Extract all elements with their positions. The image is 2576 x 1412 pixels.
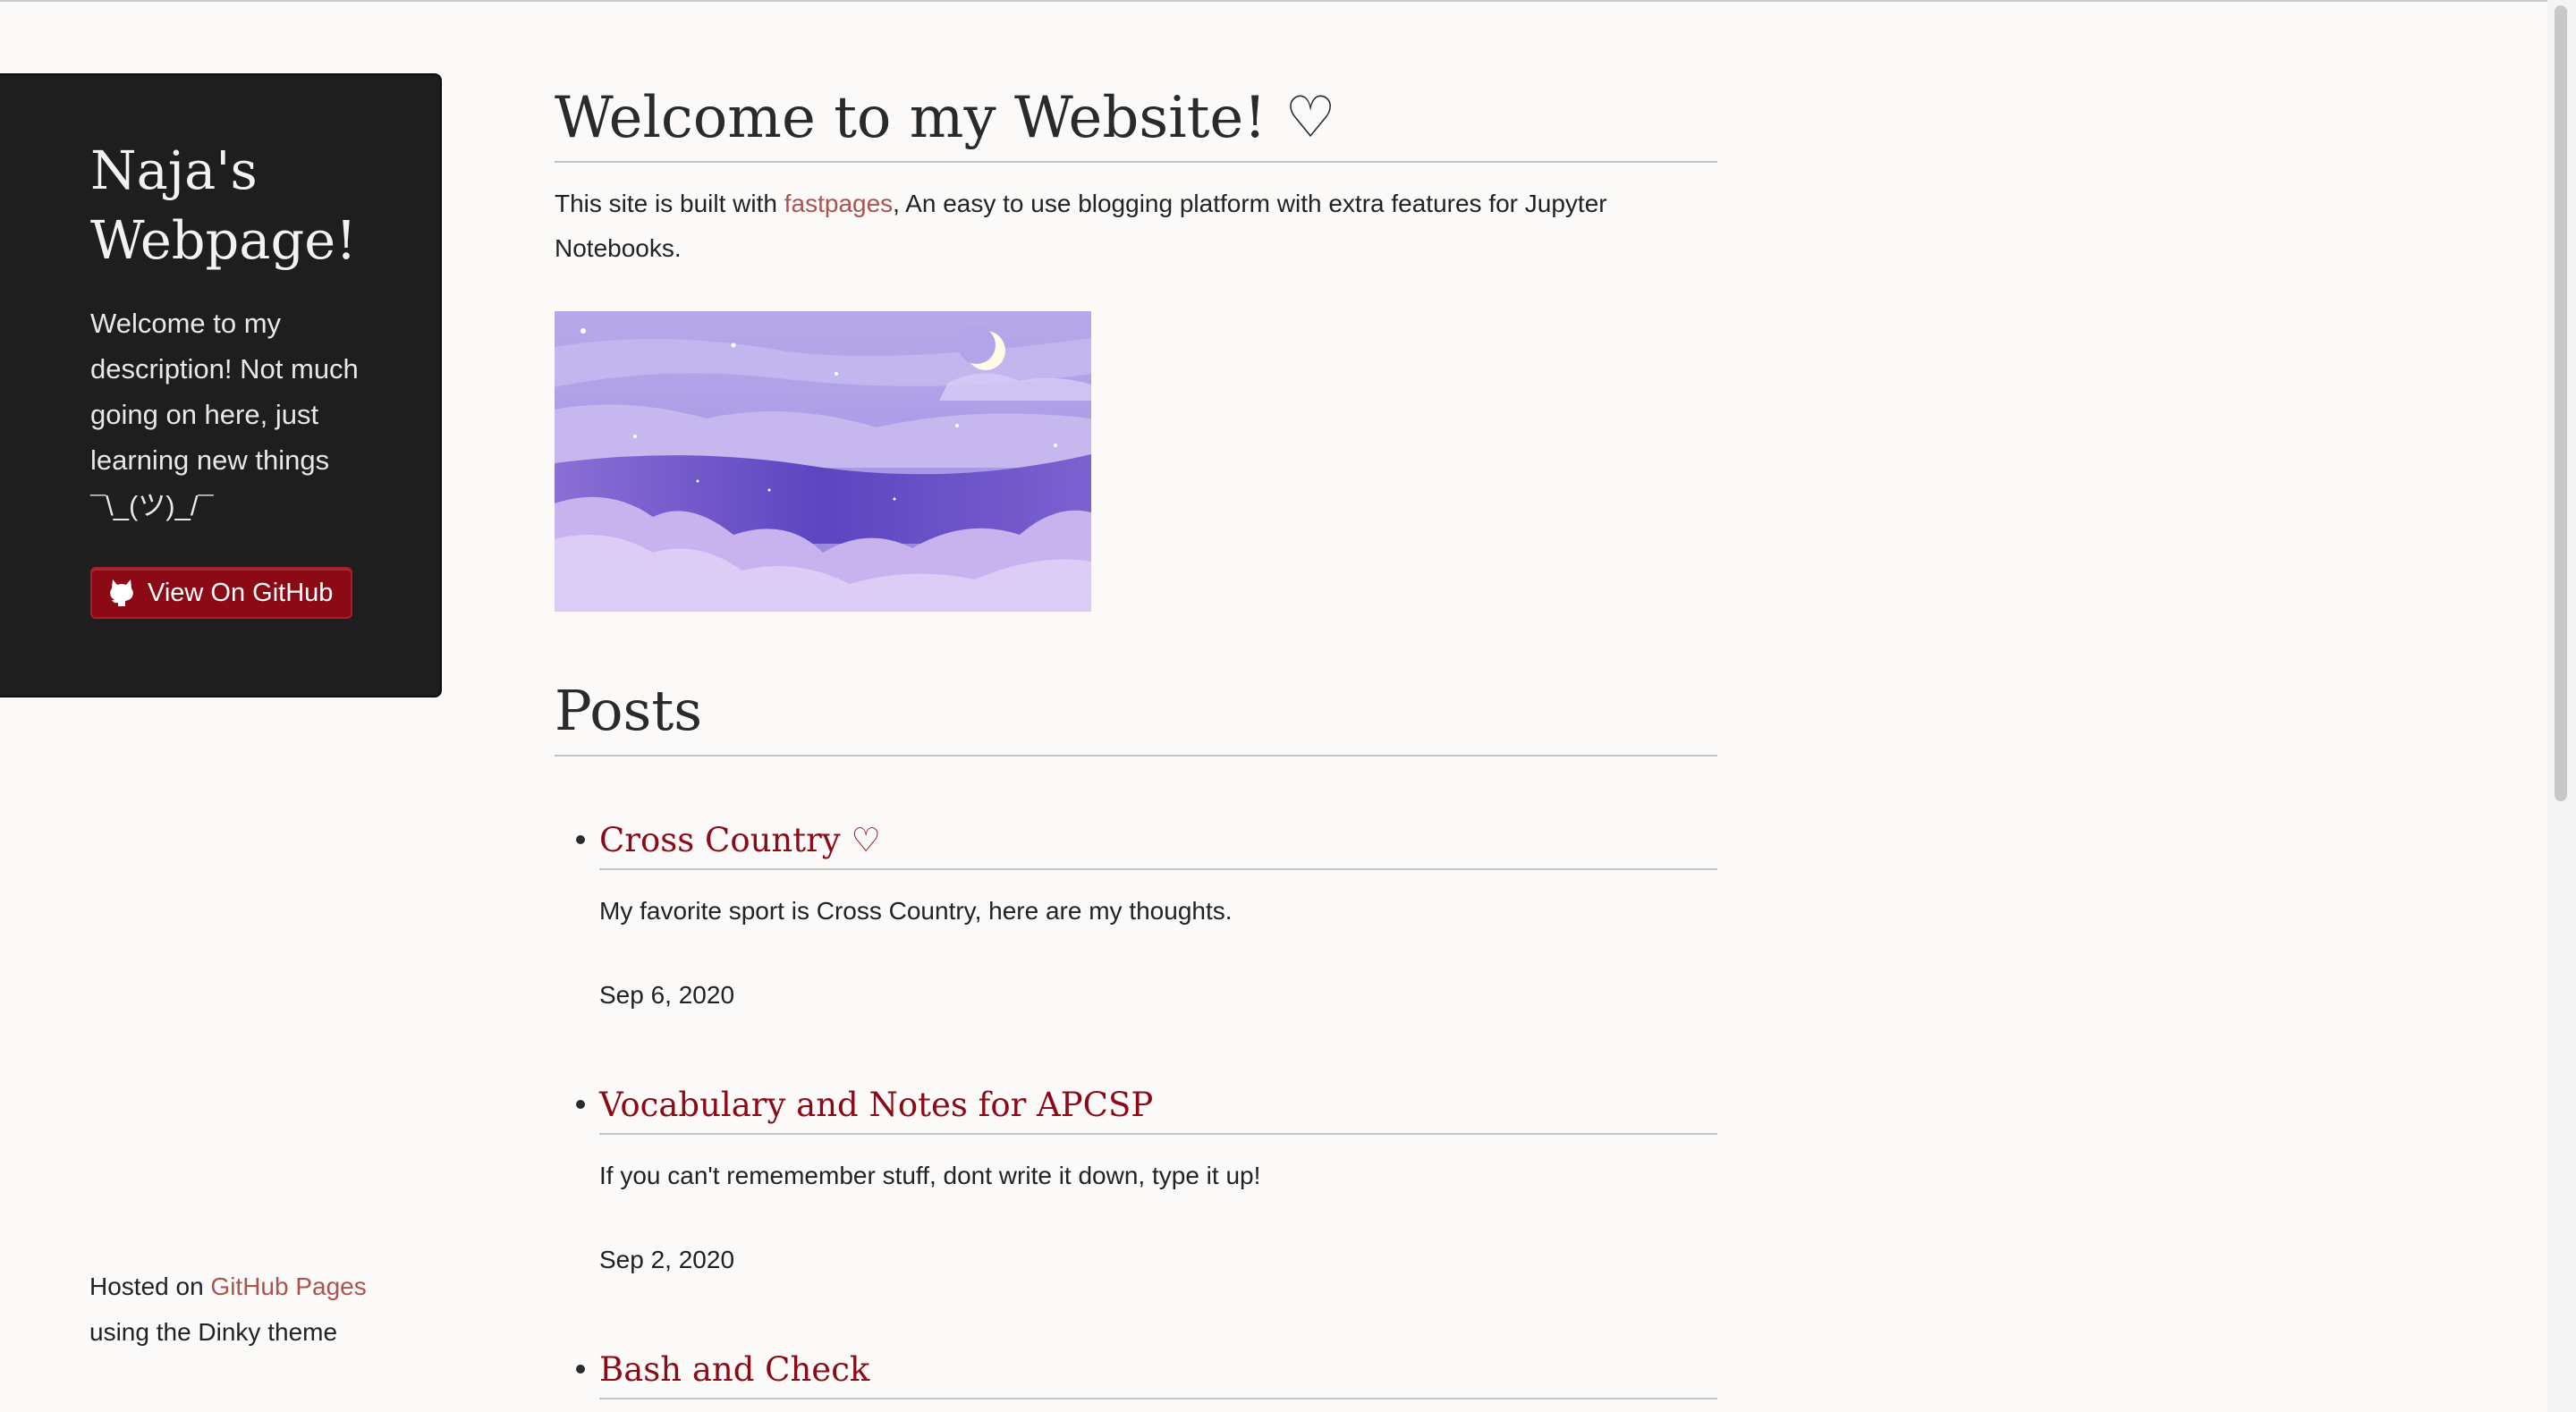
posts-heading: Posts (555, 678, 703, 743)
post-title-link[interactable]: Vocabulary and Notes for APCSP (599, 1080, 1153, 1130)
post-date: Sep 2, 2020 (599, 1246, 735, 1273)
post-title-link[interactable]: Bash and Check (599, 1345, 869, 1395)
list-bullet (576, 1100, 585, 1109)
browser-top-border (0, 0, 2576, 2)
title-divider (555, 161, 1717, 163)
posts-divider (555, 755, 1717, 757)
github-pages-link[interactable]: GitHub Pages (210, 1272, 366, 1300)
fastpages-link[interactable]: fastpages (784, 190, 893, 217)
hero-image (555, 311, 1091, 612)
intro-text-before: This site is built with (555, 190, 784, 217)
post-date: Sep 6, 2020 (599, 981, 735, 1009)
post-description: If you can't rememember stuff, dont writ… (599, 1162, 1261, 1189)
post-description: My favorite sport is Cross Country, here… (599, 897, 1233, 925)
vertical-scrollbar[interactable] (2547, 0, 2576, 1412)
post-divider (599, 1398, 1717, 1399)
page-title: Welcome to my Website! ♡ (555, 85, 1336, 151)
post-divider (599, 868, 1717, 870)
sidebar-header: Naja's Webpage! Welcome to my descriptio… (0, 73, 442, 698)
hosted-prefix: Hosted on (89, 1272, 211, 1300)
post-title-link[interactable]: Cross Country ♡ (599, 816, 881, 866)
list-bullet (576, 835, 585, 844)
footer: Hosted on GitHub Pages using the Dinky t… (89, 1264, 411, 1355)
github-octocat-icon (108, 578, 135, 608)
github-button-label: View On GitHub (148, 578, 334, 607)
post-divider (599, 1133, 1717, 1135)
view-on-github-button[interactable]: View On GitHub (90, 567, 352, 619)
theme-credit: using the Dinky theme (89, 1318, 338, 1346)
scrollbar-thumb[interactable] (2555, 5, 2567, 801)
site-description: Welcome to my description! Not much goin… (90, 308, 359, 521)
site-title[interactable]: Naja's Webpage! (90, 136, 430, 275)
intro-paragraph: This site is built with fastpages, An ea… (555, 182, 1655, 271)
list-bullet (576, 1365, 585, 1374)
